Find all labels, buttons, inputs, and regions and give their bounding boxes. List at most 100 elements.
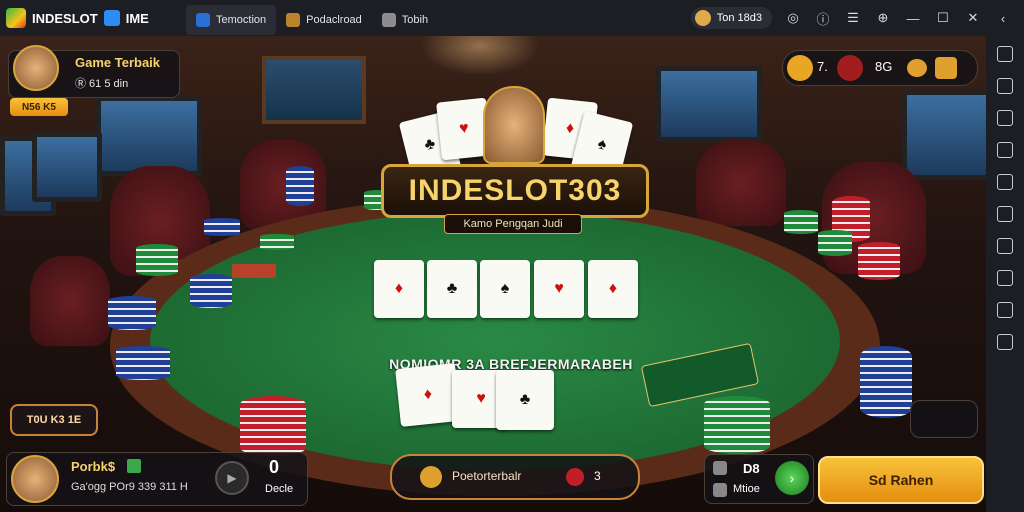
ime-icon bbox=[103, 10, 120, 26]
account-chip[interactable]: Ton 18d3 bbox=[690, 7, 772, 29]
bottom-player-stats: Ga'ogg POr9 339 311 H bbox=[71, 481, 188, 493]
center-value: 3 bbox=[594, 469, 601, 483]
chip-icon bbox=[566, 468, 584, 486]
volume-icon[interactable] bbox=[997, 110, 1013, 126]
center-status-pill[interactable]: Poetorterbalr 3 bbox=[390, 454, 640, 500]
top-icon-bar: 7. 8G bbox=[782, 50, 978, 86]
player-avatar[interactable] bbox=[13, 45, 59, 91]
bottom-player-avatar[interactable] bbox=[11, 455, 59, 503]
chip-stack bbox=[108, 296, 156, 330]
app-brand: INDESLOT IME bbox=[0, 8, 186, 28]
chip-stack bbox=[818, 230, 852, 256]
location-icon[interactable] bbox=[997, 270, 1013, 286]
home-icon[interactable] bbox=[713, 461, 727, 475]
account-label: Ton 18d3 bbox=[716, 12, 762, 24]
play-icon[interactable]: ▶ bbox=[215, 461, 249, 495]
community-card: ♦ bbox=[374, 260, 424, 318]
left-menu-button[interactable]: T0U K3 1E bbox=[10, 404, 98, 436]
bottom-player-value: 0 bbox=[269, 457, 280, 477]
player-card[interactable]: ♦ bbox=[395, 363, 461, 427]
player-card[interactable]: ♣ bbox=[496, 370, 554, 430]
app-logo-icon bbox=[6, 8, 26, 28]
bottom-right-panel: D8 Mtioe › bbox=[704, 454, 814, 504]
panel-title: Game Terbaik bbox=[75, 55, 161, 70]
tab-2[interactable]: Tobih bbox=[372, 5, 438, 35]
trophy-icon[interactable] bbox=[907, 59, 927, 77]
medal-icon bbox=[420, 466, 442, 488]
logo-character bbox=[483, 86, 545, 164]
shake-icon[interactable] bbox=[997, 238, 1013, 254]
compass-icon[interactable]: ◎ bbox=[784, 9, 802, 27]
chip-icon[interactable] bbox=[837, 55, 863, 81]
community-card: ♥ bbox=[534, 260, 584, 318]
chip-stack bbox=[860, 346, 912, 418]
info-icon[interactable]: ⓘ bbox=[814, 9, 832, 27]
chair bbox=[696, 140, 786, 226]
community-card: ♦ bbox=[588, 260, 638, 318]
close-icon[interactable]: ✕ bbox=[964, 9, 982, 27]
settings-icon[interactable] bbox=[997, 334, 1013, 350]
emulator-sidebar bbox=[986, 36, 1024, 512]
chip-stack bbox=[260, 234, 294, 250]
tab-label: Tobih bbox=[401, 13, 429, 26]
chip-stack bbox=[136, 244, 178, 276]
tools-icon[interactable] bbox=[713, 483, 727, 497]
bottom-player-name: Porbk$ bbox=[71, 459, 116, 474]
back-icon[interactable]: ‹ bbox=[994, 9, 1012, 27]
window-titlebar: INDESLOT IME Temoction Podaclroad Tobih … bbox=[0, 0, 1024, 36]
tab-label: Podaclroad bbox=[306, 13, 362, 26]
chip-stack bbox=[116, 346, 170, 380]
chip-stack bbox=[190, 274, 232, 308]
rotate-icon[interactable] bbox=[997, 206, 1013, 222]
game-subtitle: Kamo Pengqan Judi bbox=[444, 214, 582, 234]
chip-stack bbox=[858, 242, 900, 280]
tab-1[interactable]: Podaclroad bbox=[276, 5, 372, 35]
app-title: INDESLOT bbox=[32, 10, 98, 26]
install-apk-icon[interactable] bbox=[997, 142, 1013, 158]
center-label: Poetorterbalr bbox=[452, 469, 522, 483]
chip-stack bbox=[286, 166, 314, 206]
star-count: 7. bbox=[817, 59, 828, 74]
keymap-icon[interactable] bbox=[997, 46, 1013, 62]
folder-icon[interactable] bbox=[997, 174, 1013, 190]
player-profile-panel: Game Terbaik Ⓡ 61 5 din bbox=[8, 45, 180, 98]
maximize-icon[interactable]: ☐ bbox=[934, 9, 952, 27]
community-card: ♣ bbox=[427, 260, 477, 318]
profile-button[interactable]: N56 K5 bbox=[10, 98, 68, 116]
bottom-player-panel: Porbk$ Ga'ogg POr9 339 311 H ▶ 0 Decle bbox=[6, 452, 308, 506]
account-avatar-icon bbox=[694, 10, 711, 26]
verified-icon bbox=[127, 459, 141, 473]
record-icon[interactable] bbox=[997, 302, 1013, 318]
primary-action-button[interactable]: Sd Rahen bbox=[818, 456, 984, 504]
wall-painting bbox=[262, 56, 366, 124]
tab-0[interactable]: Temoction bbox=[186, 4, 277, 35]
chair bbox=[30, 256, 110, 346]
wall-screen bbox=[96, 96, 202, 176]
slot-machine bbox=[32, 132, 102, 202]
ceiling-lamp bbox=[420, 36, 540, 76]
chip-stack bbox=[704, 396, 770, 454]
screenshot-icon[interactable] bbox=[997, 78, 1013, 94]
menu-icon[interactable]: ☰ bbox=[844, 9, 862, 27]
community-card: ♠ bbox=[480, 260, 530, 318]
chip-stack bbox=[784, 210, 818, 234]
right-panel-value: D8 bbox=[743, 461, 760, 476]
game-logo: INDESLOT303 bbox=[381, 164, 649, 218]
star-icon[interactable] bbox=[787, 55, 813, 81]
minimize-icon[interactable]: — bbox=[904, 9, 922, 27]
chip-stack bbox=[204, 218, 240, 236]
next-arrow-icon[interactable]: › bbox=[775, 461, 809, 495]
right-panel-label: Mtioe bbox=[733, 483, 760, 495]
gift-icon[interactable] bbox=[935, 57, 957, 79]
controller-icon[interactable]: ⊕ bbox=[874, 9, 892, 27]
panel-info: Ⓡ 61 5 din bbox=[75, 78, 129, 90]
chip-count: 8G bbox=[875, 59, 893, 74]
side-control[interactable] bbox=[910, 400, 978, 438]
tab-app-icon bbox=[196, 12, 210, 27]
app-badge: IME bbox=[125, 10, 149, 26]
tab-app-icon bbox=[381, 12, 396, 27]
tab-label: Temoction bbox=[216, 13, 267, 26]
game-scene: ♣ ♥ ♦ ♠ INDESLOT303 Kamo Pengqan Judi ♦ … bbox=[0, 36, 986, 512]
wall-screen bbox=[656, 66, 762, 142]
tab-app-icon bbox=[286, 12, 301, 27]
